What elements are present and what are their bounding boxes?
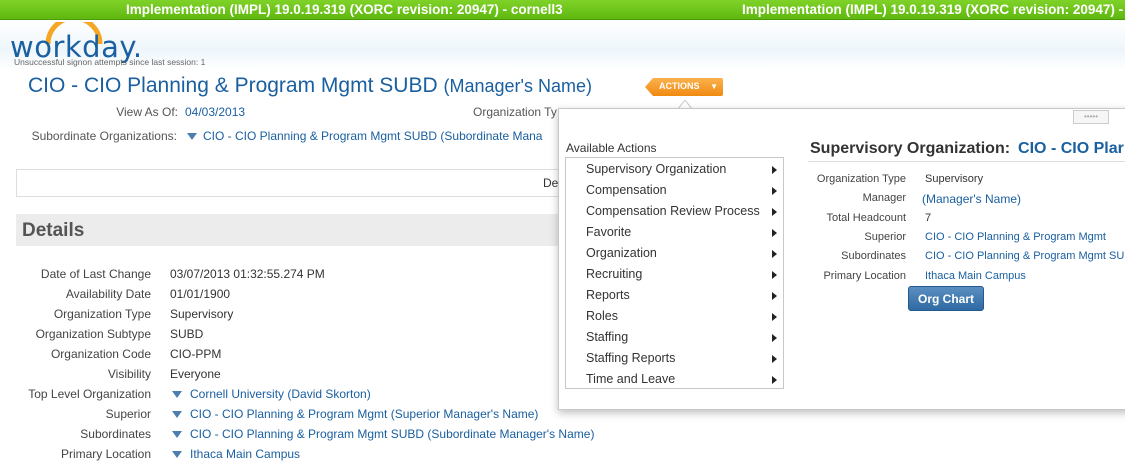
available-actions-label: Available Actions [566,141,657,155]
popup-drag-handle[interactable]: ••••• [1073,110,1109,124]
detail-row: Subordinates CIO - CIO Planning & Program… [0,427,1125,447]
menu-item-label: Staffing Reports [586,351,676,365]
summary-row: Primary Location Ithaca Main Campus [0,270,1125,288]
menu-item[interactable]: Staffing [566,327,783,348]
menu-item-label: Reports [586,288,630,302]
detail-value: Supervisory [170,307,234,321]
summary-title: Supervisory Organization: CIO - CIO Plar [810,140,1124,158]
menu-item-label: Roles [586,309,618,323]
detail-label: Availability Date [65,287,151,301]
detail-label: Visibility [107,367,151,381]
summary-row: Organization Type Supervisory [0,173,1125,191]
detail-link[interactable]: Ithaca Main Campus [172,447,300,461]
view-as-of-value[interactable]: 04/03/2013 [185,105,245,119]
detail-value: Everyone [170,367,221,381]
detail-link[interactable]: Cornell University (David Skorton) [172,387,371,401]
detail-link-text: CIO - CIO Planning & Program Mgmt (Super… [190,407,539,421]
detail-value: 01/01/1900 [170,287,231,301]
summary-value: 7 [925,211,932,224]
detail-value: SUBD [170,327,204,341]
detail-link-text: CIO - CIO Planning & Program Mgmt SUBD (… [190,427,595,441]
detail-link-text: Ithaca Main Campus [190,447,301,461]
actions-label: ACTIONS [659,81,700,91]
detail-row: Primary Location Ithaca Main Campus [0,447,1125,467]
detail-label: Subordinates [80,427,151,441]
summary-label: Superior [864,230,906,243]
related-actions-icon[interactable] [172,411,182,418]
environment-banner: Implementation (IMPL) 19.0.19.319 (XORC … [0,0,1125,20]
detail-label: Superior [105,407,151,421]
workday-logo[interactable]: workday. [10,22,142,64]
detail-label: Top Level Organization [28,387,151,401]
banner-text: Implementation (IMPL) 19.0.19.319 (XORC … [126,2,563,17]
detail-link-text: Cornell University (David Skorton) [190,387,371,401]
detail-link[interactable]: CIO - CIO Planning & Program Mgmt SUBD (… [172,427,594,441]
summary-row: Total Headcount 7 [0,212,1125,230]
org-type-label: Organization Ty [473,105,557,119]
summary-label: Primary Location [823,269,906,282]
banner-text-repeat: Implementation (IMPL) 19.0.19.319 (XORC … [742,2,1125,17]
detail-row: Superior CIO - CIO Planning & Program Mgm… [0,407,1125,427]
related-actions-icon[interactable] [187,133,197,140]
summary-org-link[interactable]: CIO - CIO Plar [1018,140,1124,157]
signon-notice: Unsuccessful signon attempts since last … [14,57,206,67]
summary-label: Total Headcount [826,211,907,224]
menu-item-label: Staffing [586,330,629,344]
summary-link[interactable]: Ithaca Main Campus [925,270,1026,282]
related-actions-icon[interactable] [172,391,182,398]
menu-item-label: Time and Leave [586,372,676,386]
summary-row: Subordinates CIO - CIO Planning & Program… [0,250,1125,268]
summary-link[interactable]: (Manager's Name) [922,192,1021,206]
page-title: CIO - CIO Planning & Program Mgmt SUBD (… [28,74,592,98]
workday-page: Implementation (IMPL) 19.0.19.319 (XORC … [0,0,1125,468]
summary-row: Superior CIO - CIO Planning & Program Mgm… [0,231,1125,249]
chevron-right-icon [772,355,777,363]
menu-item[interactable]: Reports [566,285,783,306]
manager-name-link[interactable]: (Manager's Name) [443,76,591,96]
chevron-right-icon [772,376,777,384]
summary-label: Organization Type [816,173,906,185]
actions-button[interactable]: ACTIONS ▼ [645,78,723,96]
summary-divider [808,161,1125,162]
chevron-right-icon [772,334,777,342]
menu-item[interactable]: Time and Leave [566,369,783,390]
summary-label: Subordinates [841,250,906,263]
summary-label: Manager [862,192,906,205]
summary-link[interactable]: CIO - CIO Planning & Program Mgmt SUBD [925,250,1125,262]
chevron-right-icon [772,313,777,321]
summary-link[interactable]: CIO - CIO Planning & Program Mgmt [925,231,1106,243]
detail-label: Organization Subtype [35,327,151,341]
chevron-right-icon [772,292,777,300]
menu-item[interactable]: Staffing Reports [566,348,783,369]
detail-link[interactable]: CIO - CIO Planning & Program Mgmt (Super… [172,407,538,421]
subordinate-orgs-value: CIO - CIO Planning & Program Mgmt SUBD (… [203,129,543,143]
org-name: CIO - CIO Planning & Program Mgmt SUBD [28,74,438,97]
related-actions-icon[interactable] [172,431,182,438]
subordinate-orgs-link[interactable]: CIO - CIO Planning & Program Mgmt SUBD (… [187,129,542,143]
detail-label: Primary Location [60,447,151,461]
detail-label: Organization Type [53,307,151,321]
summary-value: Supervisory [925,173,984,185]
org-chart-button[interactable]: Org Chart [908,286,984,311]
detail-label: Organization Code [50,347,151,361]
chevron-down-icon: ▼ [710,82,718,91]
subordinate-orgs-label: Subordinate Organizations: [31,129,177,143]
summary-title-label: Supervisory Organization: [810,140,1011,157]
summary-row: Manager (Manager's Name) [0,192,1125,210]
detail-value: CIO-PPM [170,347,222,361]
menu-item[interactable]: Roles [566,306,783,327]
related-actions-icon[interactable] [172,451,182,458]
view-as-of-label: View As Of: [116,105,178,119]
